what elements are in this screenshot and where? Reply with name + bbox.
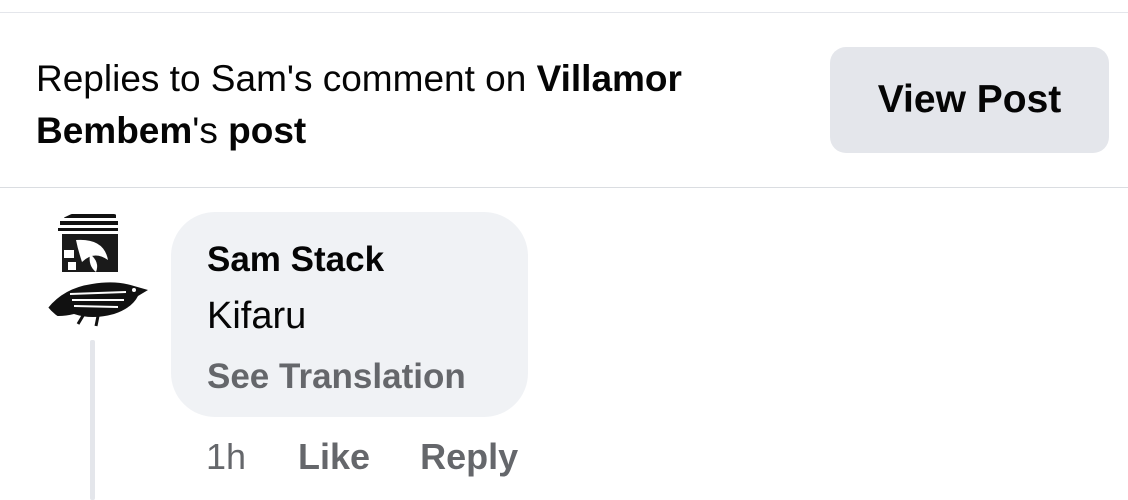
- header-divider: [0, 187, 1128, 188]
- thread-line: [90, 340, 95, 500]
- replies-page: Replies to Sam's comment on Villamor Bem…: [0, 0, 1128, 500]
- reply-button[interactable]: Reply: [420, 436, 518, 478]
- post-link[interactable]: post: [228, 110, 306, 151]
- see-translation-link[interactable]: See Translation: [207, 357, 466, 397]
- view-post-button[interactable]: View Post: [830, 47, 1109, 153]
- comment-timestamp: 1h: [206, 436, 247, 477]
- bird-profile-icon: [34, 210, 152, 328]
- comment-actions: 1h Like Reply: [206, 435, 518, 479]
- comment-bubble: Sam Stack Kifaru See Translation: [171, 212, 528, 417]
- like-button[interactable]: Like: [298, 436, 370, 478]
- header-title: Replies to Sam's comment on Villamor Bem…: [36, 53, 806, 157]
- comment-text: Kifaru: [207, 295, 307, 337]
- comment-author-name[interactable]: Sam Stack: [207, 240, 384, 280]
- replies-header: Replies to Sam's comment on Villamor Bem…: [0, 13, 1128, 187]
- header-possessive: 's: [192, 110, 229, 151]
- avatar[interactable]: [34, 210, 152, 328]
- header-prefix: Replies to Sam's comment on: [36, 58, 537, 99]
